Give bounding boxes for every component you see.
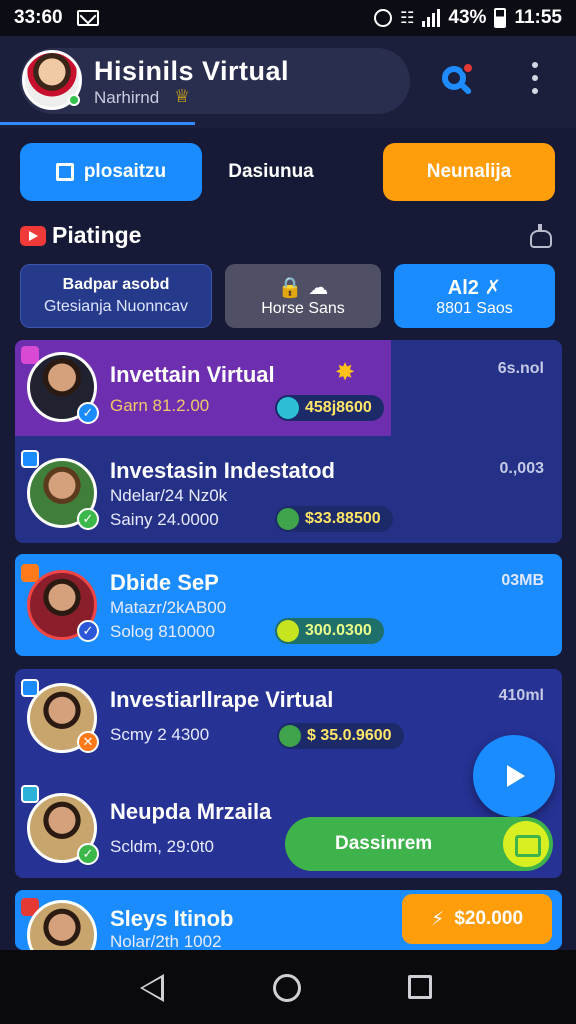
item-meta: Matazr/2kAB00: [110, 598, 227, 617]
coin-icon: [277, 397, 299, 419]
camera-icon: [503, 821, 549, 867]
item-title: Invettain Virtual: [110, 362, 275, 387]
item-right-value: 410ml: [498, 687, 544, 704]
check-icon: ✓: [77, 402, 99, 424]
edit-icon: [55, 163, 74, 181]
tools-icon: ✗: [484, 276, 502, 299]
item-title: Dbide SeP: [110, 570, 219, 595]
item-title: Investiarllrape Virtual: [110, 687, 334, 712]
crown-icon: ♕: [174, 86, 191, 106]
price-badge: $ 35.0.9600: [277, 723, 404, 749]
coin-icon: [279, 725, 301, 747]
price-badge: 300.0300: [275, 618, 384, 644]
header-progress-line: [0, 122, 195, 125]
tab-primary-label: plosaitzu: [83, 161, 167, 182]
item-title: Investasin Indestatod: [110, 458, 335, 483]
item-right-value: 0.,003: [499, 460, 544, 477]
notification-dot: [462, 62, 474, 74]
item-sub: Garn 81.2.00: [110, 396, 210, 415]
wifi-icon: ☷: [400, 10, 415, 27]
item-title: Neupda Mrzaila: [110, 799, 272, 824]
status-bar: 33:60 ☷ 43% 11:55: [0, 0, 576, 36]
signal-icon: [422, 9, 441, 27]
price-value: $33.88500: [305, 510, 381, 527]
home-icon[interactable]: [273, 974, 301, 1002]
bag-icon[interactable]: [528, 224, 552, 248]
price-value: 458j8600: [305, 399, 372, 416]
section-title: Piatinge: [52, 222, 142, 248]
profile-subtitle: Narhirnd: [94, 88, 160, 107]
tab-primary[interactable]: plosaitzu: [20, 143, 202, 201]
list-item[interactable]: ✓ Invettain Virtual Garn 81.2.00 ✸ 458j8…: [15, 340, 562, 436]
category-icon: [21, 450, 39, 468]
list-item[interactable]: ✓ Dbide SeP Matazr/2kAB00 Solog 810000 3…: [15, 554, 562, 656]
item-right-value: 03MB: [501, 572, 544, 589]
system-nav-bar: [0, 950, 576, 1024]
search-button[interactable]: [440, 62, 476, 98]
status-clock: 11:55: [514, 7, 562, 28]
dot-icon: [532, 62, 538, 68]
tab-secondary[interactable]: Dasiunua: [206, 143, 336, 201]
item-sub: Scmy 2 4300: [110, 725, 210, 744]
back-icon[interactable]: [140, 974, 164, 1002]
tab-orange-label: Neunalija: [426, 161, 512, 182]
chip-b-line1: Horse Sans: [261, 299, 345, 317]
list-card[interactable]: ✓ Dbide SeP Matazr/2kAB00 Solog 810000 3…: [15, 554, 562, 656]
filter-chip-b[interactable]: 🔒 ☁ Horse Sans: [225, 264, 381, 328]
item-right-value: 6s.nol: [497, 360, 544, 377]
chip-a-line1: Badpar asobd: [62, 276, 170, 293]
item-sub: Scldm, 29:0t0: [110, 837, 214, 856]
chip-c-line2: 8801 Saos: [436, 299, 513, 317]
dot-icon: [532, 75, 538, 81]
play-icon: [20, 225, 46, 246]
item-sub: Solog 810000: [110, 622, 215, 641]
more-menu-button[interactable]: [528, 62, 542, 94]
recents-icon[interactable]: [408, 975, 432, 999]
cta-label: Dassinrem: [335, 833, 433, 854]
filter-chip-a[interactable]: Badpar asobd Gtesianja Nuonncav: [20, 264, 212, 328]
category-icon: [21, 785, 39, 803]
tab-orange-button[interactable]: Neunalija: [383, 143, 555, 201]
list-item[interactable]: ✓ Investasin Indestatod Ndelar/24 Nz0k S…: [15, 440, 562, 540]
item-sub: Sainy 24.0000: [110, 510, 219, 529]
price-value: 300.0300: [305, 622, 372, 639]
filter-chip-c[interactable]: Al2 ✗ 8801 Saos: [394, 264, 555, 328]
lock-icon: 🔒 ☁: [277, 276, 329, 299]
search-handle-icon: [459, 82, 473, 96]
check-icon: ✓: [77, 508, 99, 530]
online-status-icon: [68, 94, 80, 106]
page-title: Hisinils Virtual: [94, 56, 290, 86]
tab-secondary-label: Dasiunua: [228, 161, 314, 182]
play-button[interactable]: [473, 735, 555, 817]
item-title: Sleys Itinob: [110, 906, 234, 931]
item-meta: Ndelar/24 Nz0k: [110, 486, 228, 505]
profile-pill[interactable]: Hisinils Virtual Narhirnd ♕: [20, 48, 410, 114]
section-header: Piatinge: [20, 222, 141, 249]
price-badge: 458j8600: [275, 395, 384, 421]
amount-label: $20.000: [454, 908, 524, 929]
close-icon: ✕: [77, 731, 99, 753]
mail-icon: [76, 10, 99, 26]
chip-a-line2: Gtesianja Nuonncav: [43, 298, 189, 315]
battery-percent: 43%: [448, 7, 487, 28]
coin-icon: [277, 508, 299, 530]
app-header: Hisinils Virtual Narhirnd ♕: [0, 36, 576, 128]
battery-icon: [494, 8, 507, 28]
dot-icon: [532, 88, 538, 94]
price-badge: $33.88500: [275, 506, 393, 532]
bolt-icon: ⚡: [430, 908, 445, 930]
chip-c-line1: Al2: [447, 276, 479, 299]
check-icon: ✓: [77, 620, 99, 642]
coin-icon: [277, 620, 299, 642]
alarm-icon: [374, 9, 393, 27]
star-icon: ✸: [335, 359, 356, 386]
list-card[interactable]: ✓ Invettain Virtual Garn 81.2.00 ✸ 458j8…: [15, 340, 562, 543]
status-time-left: 33:60: [14, 7, 63, 28]
amount-button[interactable]: ⚡ $20.000: [402, 894, 552, 944]
price-value: $ 35.0.9600: [307, 727, 392, 744]
cta-button[interactable]: Dassinrem: [285, 817, 553, 871]
item-meta: Nolar/2th 1002: [110, 932, 222, 950]
check-icon: ✓: [77, 843, 99, 865]
